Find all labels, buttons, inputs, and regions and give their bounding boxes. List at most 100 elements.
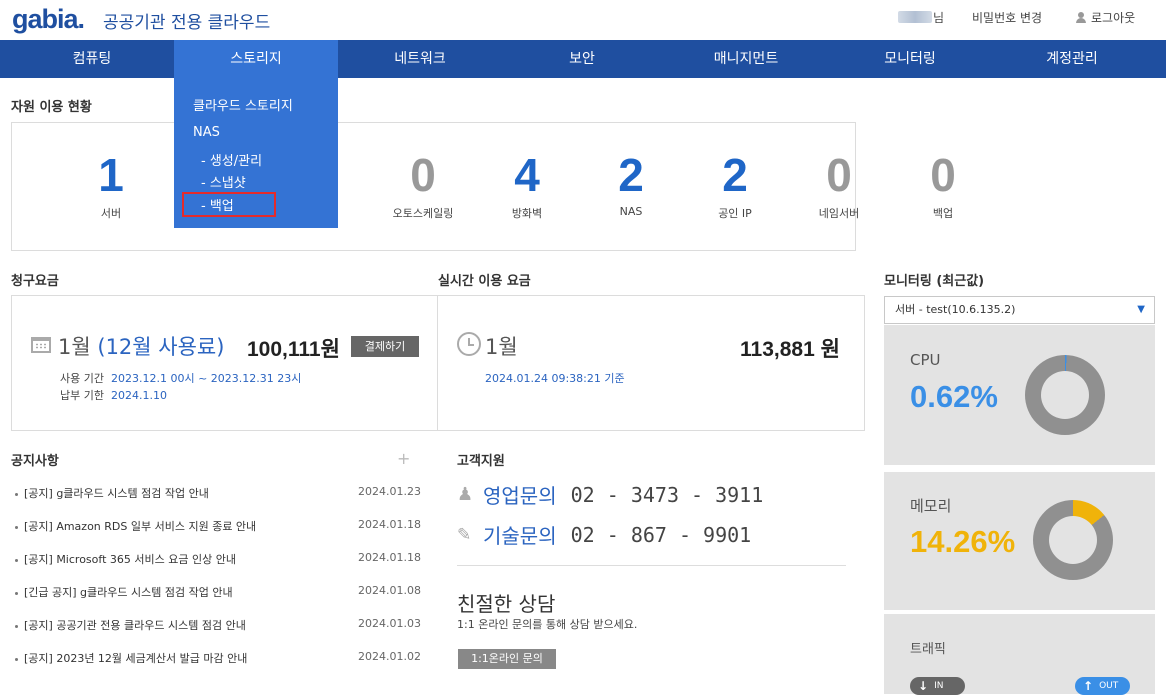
cpu-donut-chart	[1025, 355, 1105, 435]
notices-more-button[interactable]: +	[397, 449, 410, 468]
billing-month-line: 1월 (12월 사용료)	[58, 331, 224, 361]
top-header: gabia. 공공기관 전용 클라우드 님 비밀번호 변경 로그아웃	[0, 0, 1166, 40]
notice-date: 2024.01.23	[358, 485, 421, 498]
notice-item[interactable]: [공지] g클라우드 시스템 점검 작업 안내	[15, 485, 415, 501]
pay-button[interactable]: 결제하기	[351, 336, 419, 357]
monitoring-title: 모니터링 (최근값)	[884, 274, 985, 289]
notice-title: [공지] Microsoft 365 서비스 요금 인상 안내	[24, 553, 236, 566]
resource-firewall[interactable]: 4 방화벽	[477, 149, 577, 221]
notices-title: 공지사항	[11, 454, 59, 469]
due-value: 2024.1.10	[110, 389, 167, 402]
billing-panel: 1월 (12월 사용료) 100,111원 결제하기 사용 기간 2023.12…	[11, 295, 438, 431]
user-name: 님	[898, 10, 945, 25]
realtime-amount: 113,881 원	[740, 338, 840, 361]
firewall-count: 4	[514, 149, 540, 201]
sales-label: 영업문의	[483, 484, 557, 508]
due-label: 납부 기한	[60, 389, 104, 402]
clock-icon	[457, 332, 481, 356]
resource-public-ip[interactable]: 2 공인 IP	[685, 149, 785, 221]
menu-cloud-storage[interactable]: 클라우드 스토리지	[193, 95, 293, 114]
resource-nameserver[interactable]: 0 네임서버	[789, 149, 889, 221]
memory-value: 14.26%	[910, 524, 1016, 559]
logout-label: 로그아웃	[1091, 11, 1136, 25]
notice-date: 2024.01.18	[358, 551, 421, 564]
traffic-in-indicator: ↓ IN	[910, 677, 965, 695]
firewall-label: 방화벽	[511, 207, 543, 220]
server-count: 1	[98, 149, 124, 201]
calendar-icon	[31, 337, 51, 353]
nav-monitoring[interactable]: 모니터링	[828, 40, 992, 78]
nav-security[interactable]: 보안	[500, 40, 664, 78]
traffic-in-label: IN	[934, 681, 944, 691]
nas-count: 2	[618, 149, 644, 201]
notice-date: 2024.01.08	[358, 584, 421, 597]
logout-link[interactable]: 로그아웃	[1076, 9, 1135, 26]
bullet-icon	[15, 657, 18, 661]
autoscaling-count: 0	[410, 149, 436, 201]
server-select[interactable]: 서버 - test(10.6.135.2) ▼	[884, 296, 1155, 324]
realtime-title: 실시간 이용 요금	[438, 274, 531, 289]
notice-item[interactable]: [공지] 2023년 12월 세금계산서 발급 마감 안내	[15, 650, 415, 666]
bullet-icon	[15, 525, 18, 529]
notice-date: 2024.01.02	[358, 650, 421, 663]
nav-management[interactable]: 매니지먼트	[664, 40, 828, 78]
memory-label: 메모리	[910, 497, 952, 515]
online-inquiry-button[interactable]: 1:1온라인 문의	[458, 649, 556, 669]
resource-usage-title: 자원 이용 현황	[11, 100, 92, 115]
person-icon	[1076, 12, 1086, 23]
resource-nas[interactable]: 2 NAS	[581, 149, 681, 218]
bullet-icon	[15, 624, 18, 628]
bullet-icon	[15, 591, 18, 595]
user-suffix: 님	[933, 10, 945, 25]
notice-item[interactable]: [공지] 공공기관 전용 클라우드 시스템 점검 안내	[15, 617, 415, 633]
nav-computing[interactable]: 컴퓨팅	[10, 40, 174, 78]
nav-storage[interactable]: 스토리지	[174, 40, 338, 78]
blurred-username	[898, 11, 932, 23]
resource-autoscaling[interactable]: 0 오토스케일링	[373, 149, 473, 221]
server-label: 서버	[100, 207, 122, 220]
resource-server[interactable]: 1 서버	[61, 149, 161, 221]
billing-title: 청구요금	[11, 274, 59, 289]
arrow-down-icon: ↓	[918, 679, 929, 693]
notice-item[interactable]: [공지] Microsoft 365 서비스 요금 인상 안내	[15, 551, 415, 567]
memory-donut-chart	[1033, 500, 1113, 580]
notice-item[interactable]: [공지] Amazon RDS 일부 서비스 지원 종료 안내	[15, 518, 415, 534]
traffic-card: 트래픽 ↓ IN ↑ OUT	[884, 614, 1155, 695]
billing-due-row: 납부 기한 2024.1.10	[60, 387, 167, 403]
backup-label: 백업	[932, 207, 954, 220]
bullet-icon	[15, 558, 18, 562]
password-change-link[interactable]: 비밀번호 변경	[972, 9, 1042, 26]
service-title: 공공기관 전용 클라우드	[103, 13, 271, 33]
nameserver-label: 네임서버	[818, 207, 860, 220]
consult-description: 1:1 온라인 문의를 통해 상담 받으세요.	[457, 618, 638, 631]
billing-month: 1월	[58, 335, 91, 359]
nav-network[interactable]: 네트워크	[338, 40, 502, 78]
nav-account[interactable]: 계정관리	[990, 40, 1154, 78]
notice-title: [공지] 2023년 12월 세금계산서 발급 마감 안내	[24, 652, 248, 665]
memory-card: 메모리 14.26%	[884, 472, 1155, 610]
traffic-out-indicator: ↑ OUT	[1075, 677, 1130, 695]
consult-title: 친절한 상담	[457, 592, 556, 616]
billing-amount: 100,111원	[247, 338, 340, 361]
nameserver-count: 0	[826, 149, 852, 201]
arrow-up-icon: ↑	[1083, 679, 1094, 693]
traffic-out-label: OUT	[1099, 681, 1119, 691]
main-nav: 컴퓨팅 스토리지 네트워크 보안 매니지먼트 모니터링 계정관리	[0, 40, 1166, 78]
notice-title: [공지] Amazon RDS 일부 서비스 지원 종료 안내	[24, 520, 257, 533]
autoscaling-label: 오토스케일링	[392, 207, 454, 220]
gabia-logo[interactable]: gabia.	[12, 4, 85, 35]
bullet-icon	[15, 492, 18, 496]
notice-item[interactable]: [긴급 공지] g클라우드 시스템 점검 작업 안내	[15, 584, 415, 600]
public-ip-label: 공인 IP	[718, 207, 752, 220]
cpu-value: 0.62%	[910, 379, 998, 414]
menu-nas[interactable]: NAS	[193, 125, 220, 140]
resource-backup[interactable]: 0 백업	[893, 149, 993, 221]
menu-nas-create-manage[interactable]: - 생성/관리	[201, 150, 262, 169]
notice-title: [공지] g클라우드 시스템 점검 작업 안내	[24, 487, 209, 500]
tech-phone: 02 - 867 - 9901	[570, 522, 752, 547]
period-label: 사용 기간	[60, 372, 104, 385]
edit-icon: ✎	[457, 524, 472, 545]
person-outline-icon: ♟	[457, 484, 474, 505]
sales-contact: ♟ 영업문의 02 - 3473 - 3911	[457, 480, 763, 509]
menu-nas-snapshot[interactable]: - 스냅샷	[201, 172, 246, 191]
